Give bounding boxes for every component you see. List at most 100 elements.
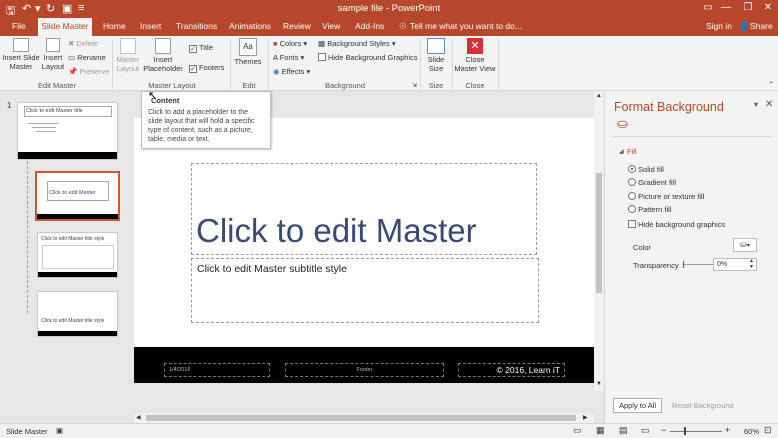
close-pane-icon[interactable]: ✕ (765, 99, 773, 110)
zoom-in-icon[interactable]: + (725, 425, 730, 435)
fit-to-window-icon[interactable]: ⊡ (764, 425, 772, 436)
colors-icon: ■ (273, 39, 278, 48)
ribbon-divider (268, 39, 269, 89)
slide[interactable]: Click to edit Master Click to edit Maste… (134, 118, 594, 383)
rename-button[interactable]: ▭ Rename (68, 53, 106, 62)
effects-dropdown[interactable]: ◉ Effects ▾ (273, 67, 310, 76)
fonts-label: Fonts (279, 53, 299, 62)
close-window-button[interactable]: ✕ (760, 2, 776, 13)
solid-fill-label: Solid fill (638, 165, 664, 174)
scroll-down-icon[interactable]: ▼ (596, 381, 602, 387)
colors-dropdown[interactable]: ■ Colors ▾ (273, 39, 307, 48)
paint-bucket-icon[interactable]: ⛀ (617, 116, 628, 132)
tab-home[interactable]: Home (103, 21, 126, 31)
date-placeholder[interactable]: 1/4/2016 (164, 363, 270, 377)
thumbnail-title: Click to edit Master title (26, 108, 83, 114)
apply-to-all-button[interactable]: Apply to All (613, 398, 662, 413)
fill-section-header[interactable]: Fill (627, 147, 637, 156)
spinner-icon[interactable]: ▲ ▼ (749, 258, 754, 270)
picture-texture-fill-radio[interactable]: Picture or texture fill (628, 192, 704, 201)
pattern-fill-label: Pattern fill (638, 205, 672, 214)
zoom-out-icon[interactable]: − (661, 425, 666, 435)
color-picker-button[interactable]: ⛀▾ (733, 238, 757, 252)
group-edit-master-label: Edit Master (38, 81, 76, 90)
insert-slide-master-button[interactable]: Insert Slide Master (2, 38, 40, 71)
normal-view-icon[interactable]: ▭ (573, 425, 582, 436)
tab-insert[interactable]: Insert (140, 21, 161, 31)
tab-review[interactable]: Review (283, 21, 311, 31)
pane-options-icon[interactable]: ▾ (754, 100, 758, 109)
slide-sorter-icon[interactable]: ▦ (596, 425, 605, 436)
horizontal-scrollbar[interactable]: ◀ ▶ (134, 413, 594, 423)
subtitle-placeholder[interactable]: Click to edit Master subtitle style (191, 258, 539, 323)
preserve-icon: 📌 (68, 67, 78, 76)
pattern-fill-radio[interactable]: Pattern fill (628, 205, 671, 214)
tab-file[interactable]: File (12, 21, 26, 31)
slide-size-label: Slide Size (427, 55, 445, 73)
sign-in-link[interactable]: Sign in (706, 21, 732, 31)
layout-icon (46, 38, 60, 52)
reading-view-icon[interactable]: ▤ (619, 425, 628, 436)
zoom-slider-handle[interactable] (684, 427, 686, 435)
vertical-scrollbar[interactable]: ▲ ▼ (594, 91, 604, 391)
restore-button[interactable]: ❐ (740, 2, 756, 13)
themes-button[interactable]: Aa Themes (233, 38, 263, 66)
ribbon: Insert Slide Master Insert Layout ✖ Dele… (0, 36, 778, 99)
slide-size-icon (427, 38, 445, 54)
scroll-left-icon[interactable]: ◀ (136, 414, 141, 421)
master-layout-button[interactable]: Master Layout (114, 38, 142, 73)
ribbon-display-options-icon[interactable]: ▭ (700, 2, 716, 13)
dialog-launcher-icon[interactable]: ⇲ (412, 82, 417, 89)
background-styles-label: Background Styles (327, 39, 390, 48)
slider-handle[interactable] (683, 261, 684, 268)
collapse-triangle-icon[interactable]: ◢ (619, 148, 624, 155)
scroll-up-icon[interactable]: ▲ (596, 93, 602, 99)
scroll-right-icon[interactable]: ▶ (583, 414, 588, 421)
title-checkbox[interactable]: ✓ Title (189, 43, 213, 53)
title-placeholder[interactable]: Click to edit Master (191, 163, 537, 255)
tab-slide-master[interactable]: Slide Master (38, 18, 92, 36)
close-master-view-button[interactable]: ✕ Close Master View (454, 38, 496, 73)
slide-show-icon[interactable]: ▭ (641, 425, 650, 436)
share-button[interactable]: Share (750, 21, 773, 31)
footers-checkbox[interactable]: ✓ Footers (189, 63, 224, 73)
tab-add-ins[interactable]: Add-Ins (355, 21, 384, 31)
hide-bg-graphics-checkbox[interactable]: Hide Background Graphics (318, 53, 418, 62)
reset-background-button[interactable]: Reset Background (672, 401, 734, 410)
transparency-input[interactable]: 0% ▲ ▼ (713, 258, 757, 271)
thumbnail-layout-content[interactable]: Click to edit Master title style (37, 232, 118, 278)
fonts-dropdown[interactable]: A Fonts ▾ (273, 53, 304, 62)
minimize-button[interactable]: — (718, 2, 734, 13)
insert-layout-button[interactable]: Insert Layout (40, 38, 66, 71)
themes-icon: Aa (239, 38, 257, 56)
scroll-thumb[interactable] (596, 173, 602, 293)
thumbnail-layout-title[interactable]: Click to edit Master (35, 171, 120, 221)
tab-view[interactable]: View (322, 21, 340, 31)
copyright-text: © 2016, Learn iT (496, 365, 560, 375)
tell-me-search[interactable]: Tell me what you want to do... (410, 21, 522, 31)
group-close-label: Close (465, 81, 485, 90)
insert-placeholder-button[interactable]: Insert Placeholder (141, 38, 185, 73)
transparency-slider[interactable] (683, 264, 713, 265)
tooltip-body: Click to add a placeholder to the slide … (148, 109, 255, 143)
scroll-thumb[interactable] (146, 415, 576, 421)
content-tooltip: Content Click to add a placeholder to th… (141, 91, 271, 149)
zoom-slider[interactable] (670, 431, 722, 432)
thumbnail-layout-section[interactable]: Click to edit Master title style (37, 291, 118, 337)
solid-fill-radio[interactable]: Solid fill (628, 165, 664, 174)
tab-transitions[interactable]: Transitions (176, 21, 217, 31)
background-styles-dropdown[interactable]: ▦ Background Styles ▾ (318, 39, 396, 48)
gradient-fill-radio[interactable]: Gradient fill (628, 178, 676, 187)
tab-animations[interactable]: Animations (229, 21, 271, 31)
footer-placeholder[interactable]: Footer (285, 363, 444, 377)
delete-button[interactable]: ✖ Delete (68, 39, 98, 48)
thumbnail-master[interactable]: Click to edit Master title (17, 102, 118, 160)
zoom-level[interactable]: 60% (744, 427, 759, 436)
slide-size-button[interactable]: Slide Size (423, 38, 449, 73)
preserve-button[interactable]: 📌 Preserve (68, 67, 109, 76)
spell-check-icon[interactable]: ▣ (56, 426, 63, 435)
hide-background-graphics-checkbox[interactable]: Hide background graphics (628, 220, 725, 229)
copyright-placeholder[interactable]: © 2016, Learn iT (458, 363, 565, 377)
window-title: sample file - PowerPoint (337, 3, 441, 14)
collapse-ribbon-icon[interactable]: ⌃ (768, 80, 774, 89)
